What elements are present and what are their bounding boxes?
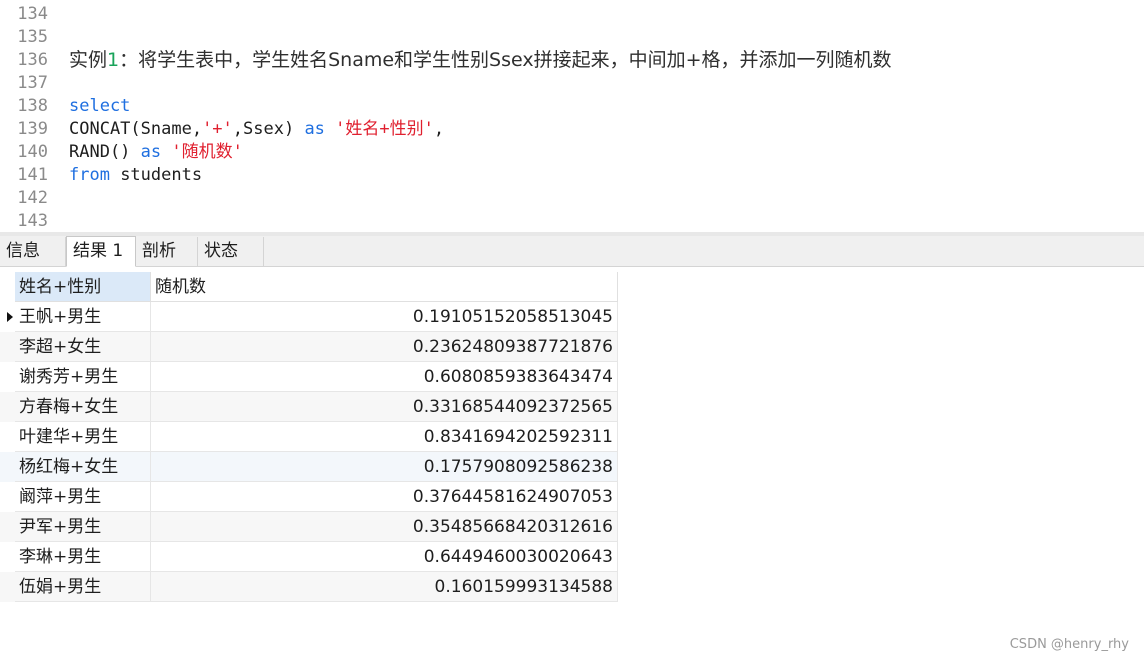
- cell-random[interactable]: 0.37644581624907053: [151, 482, 618, 512]
- tab-status[interactable]: 状态: [198, 237, 264, 266]
- row-indicator[interactable]: [0, 422, 15, 452]
- row-indicator[interactable]: [0, 482, 15, 512]
- concat-function: CONCAT(Sname,: [69, 119, 203, 139]
- row-indicator[interactable]: [0, 452, 15, 482]
- result-tabbar: 信息 结果 1 剖析 状态: [0, 236, 1144, 267]
- tab-profile[interactable]: 剖析: [136, 237, 198, 266]
- comment-line: 实例1：将学生表中，学生姓名Sname和学生性别Ssex拼接起来，中间加+格，并…: [69, 49, 892, 72]
- cell-name-gender[interactable]: 阚萍+男生: [15, 482, 151, 512]
- row-indicator[interactable]: [0, 302, 15, 332]
- cell-random[interactable]: 0.35485668420312616: [151, 512, 618, 542]
- rand-line: RAND() as '随机数': [69, 141, 243, 164]
- row-indicator[interactable]: [0, 512, 15, 542]
- line-number: 142: [17, 188, 48, 208]
- table-row[interactable]: 王帆+男生 0.19105152058513045: [0, 302, 618, 332]
- comma: ,: [433, 119, 445, 139]
- cell-name-gender[interactable]: 谢秀芳+男生: [15, 362, 151, 392]
- table-row[interactable]: 李琳+男生 0.6449460030020643: [0, 542, 618, 572]
- sql-editor[interactable]: 134 135 实例1：将学生表中，学生姓名Sname和学生性别Ssex拼接起来…: [0, 0, 1144, 232]
- table-row[interactable]: 阚萍+男生 0.37644581624907053: [0, 482, 618, 512]
- comment-prefix: 实例: [69, 49, 108, 71]
- cell-random[interactable]: 0.23624809387721876: [151, 332, 618, 362]
- line-number: 134: [17, 4, 48, 24]
- row-indicator[interactable]: [0, 572, 15, 602]
- line-number: 141: [17, 165, 48, 185]
- cell-random[interactable]: 0.33168544092372565: [151, 392, 618, 422]
- alias-name-gender: '姓名+性别': [335, 119, 434, 139]
- line-number: 139: [17, 119, 48, 139]
- cell-random[interactable]: 0.8341694202592311: [151, 422, 618, 452]
- select-keyword: select: [69, 96, 131, 116]
- cell-name-gender[interactable]: 叶建华+男生: [15, 422, 151, 452]
- row-indicator[interactable]: [0, 542, 15, 572]
- row-indicator[interactable]: [0, 362, 15, 392]
- tab-result-1[interactable]: 结果 1: [66, 236, 136, 267]
- cell-name-gender[interactable]: 伍娟+男生: [15, 572, 151, 602]
- from-line: from students: [69, 164, 202, 187]
- alias-random: '随机数': [171, 142, 243, 162]
- tab-info[interactable]: 信息: [0, 237, 66, 266]
- comment-number: 1: [107, 49, 120, 71]
- cell-name-gender[interactable]: 方春梅+女生: [15, 392, 151, 422]
- table-row[interactable]: 伍娟+男生 0.160159993134588: [0, 572, 618, 602]
- line-number: 143: [17, 211, 48, 231]
- line-number: 135: [17, 27, 48, 47]
- cell-random[interactable]: 0.6449460030020643: [151, 542, 618, 572]
- row-indicator[interactable]: [0, 392, 15, 422]
- cell-name-gender[interactable]: 王帆+男生: [15, 302, 151, 332]
- table-row[interactable]: 谢秀芳+男生 0.6080859383643474: [0, 362, 618, 392]
- current-row-arrow-icon: [7, 312, 13, 322]
- from-keyword: from: [69, 165, 110, 185]
- cell-random[interactable]: 0.6080859383643474: [151, 362, 618, 392]
- as-keyword: as: [304, 119, 325, 139]
- column-header-random[interactable]: 随机数: [151, 272, 618, 302]
- table-row[interactable]: 尹军+男生 0.35485668420312616: [0, 512, 618, 542]
- line-number: 138: [17, 96, 48, 116]
- cell-random[interactable]: 0.1757908092586238: [151, 452, 618, 482]
- as-keyword: as: [140, 142, 162, 162]
- cell-random[interactable]: 0.160159993134588: [151, 572, 618, 602]
- rand-function: RAND(): [69, 142, 141, 162]
- row-indicator[interactable]: [0, 332, 15, 362]
- concat-line: CONCAT(Sname,'+',Ssex) as '姓名+性别',: [69, 118, 444, 141]
- watermark: CSDN @henry_rhy: [1009, 637, 1129, 652]
- table-row[interactable]: 叶建华+男生 0.8341694202592311: [0, 422, 618, 452]
- cell-random[interactable]: 0.19105152058513045: [151, 302, 618, 332]
- cell-name-gender[interactable]: 尹军+男生: [15, 512, 151, 542]
- concat-rest: ,Ssex): [232, 119, 305, 139]
- column-header-name-gender[interactable]: 姓名+性别: [15, 272, 151, 302]
- table-row[interactable]: 方春梅+女生 0.33168544092372565: [0, 392, 618, 422]
- plus-string: '+': [202, 119, 233, 139]
- table-name: students: [109, 165, 203, 185]
- table-row[interactable]: 杨红梅+女生 0.1757908092586238: [0, 452, 618, 482]
- cell-name-gender[interactable]: 杨红梅+女生: [15, 452, 151, 482]
- table-row[interactable]: 李超+女生 0.23624809387721876: [0, 332, 618, 362]
- cell-name-gender[interactable]: 李超+女生: [15, 332, 151, 362]
- line-number: 140: [17, 142, 48, 162]
- line-number: 137: [17, 73, 48, 93]
- cell-name-gender[interactable]: 李琳+男生: [15, 542, 151, 572]
- comment-text: ：将学生表中，学生姓名Sname和学生性别Ssex拼接起来，中间加+格，并添加一…: [119, 49, 892, 71]
- line-number: 136: [17, 50, 48, 70]
